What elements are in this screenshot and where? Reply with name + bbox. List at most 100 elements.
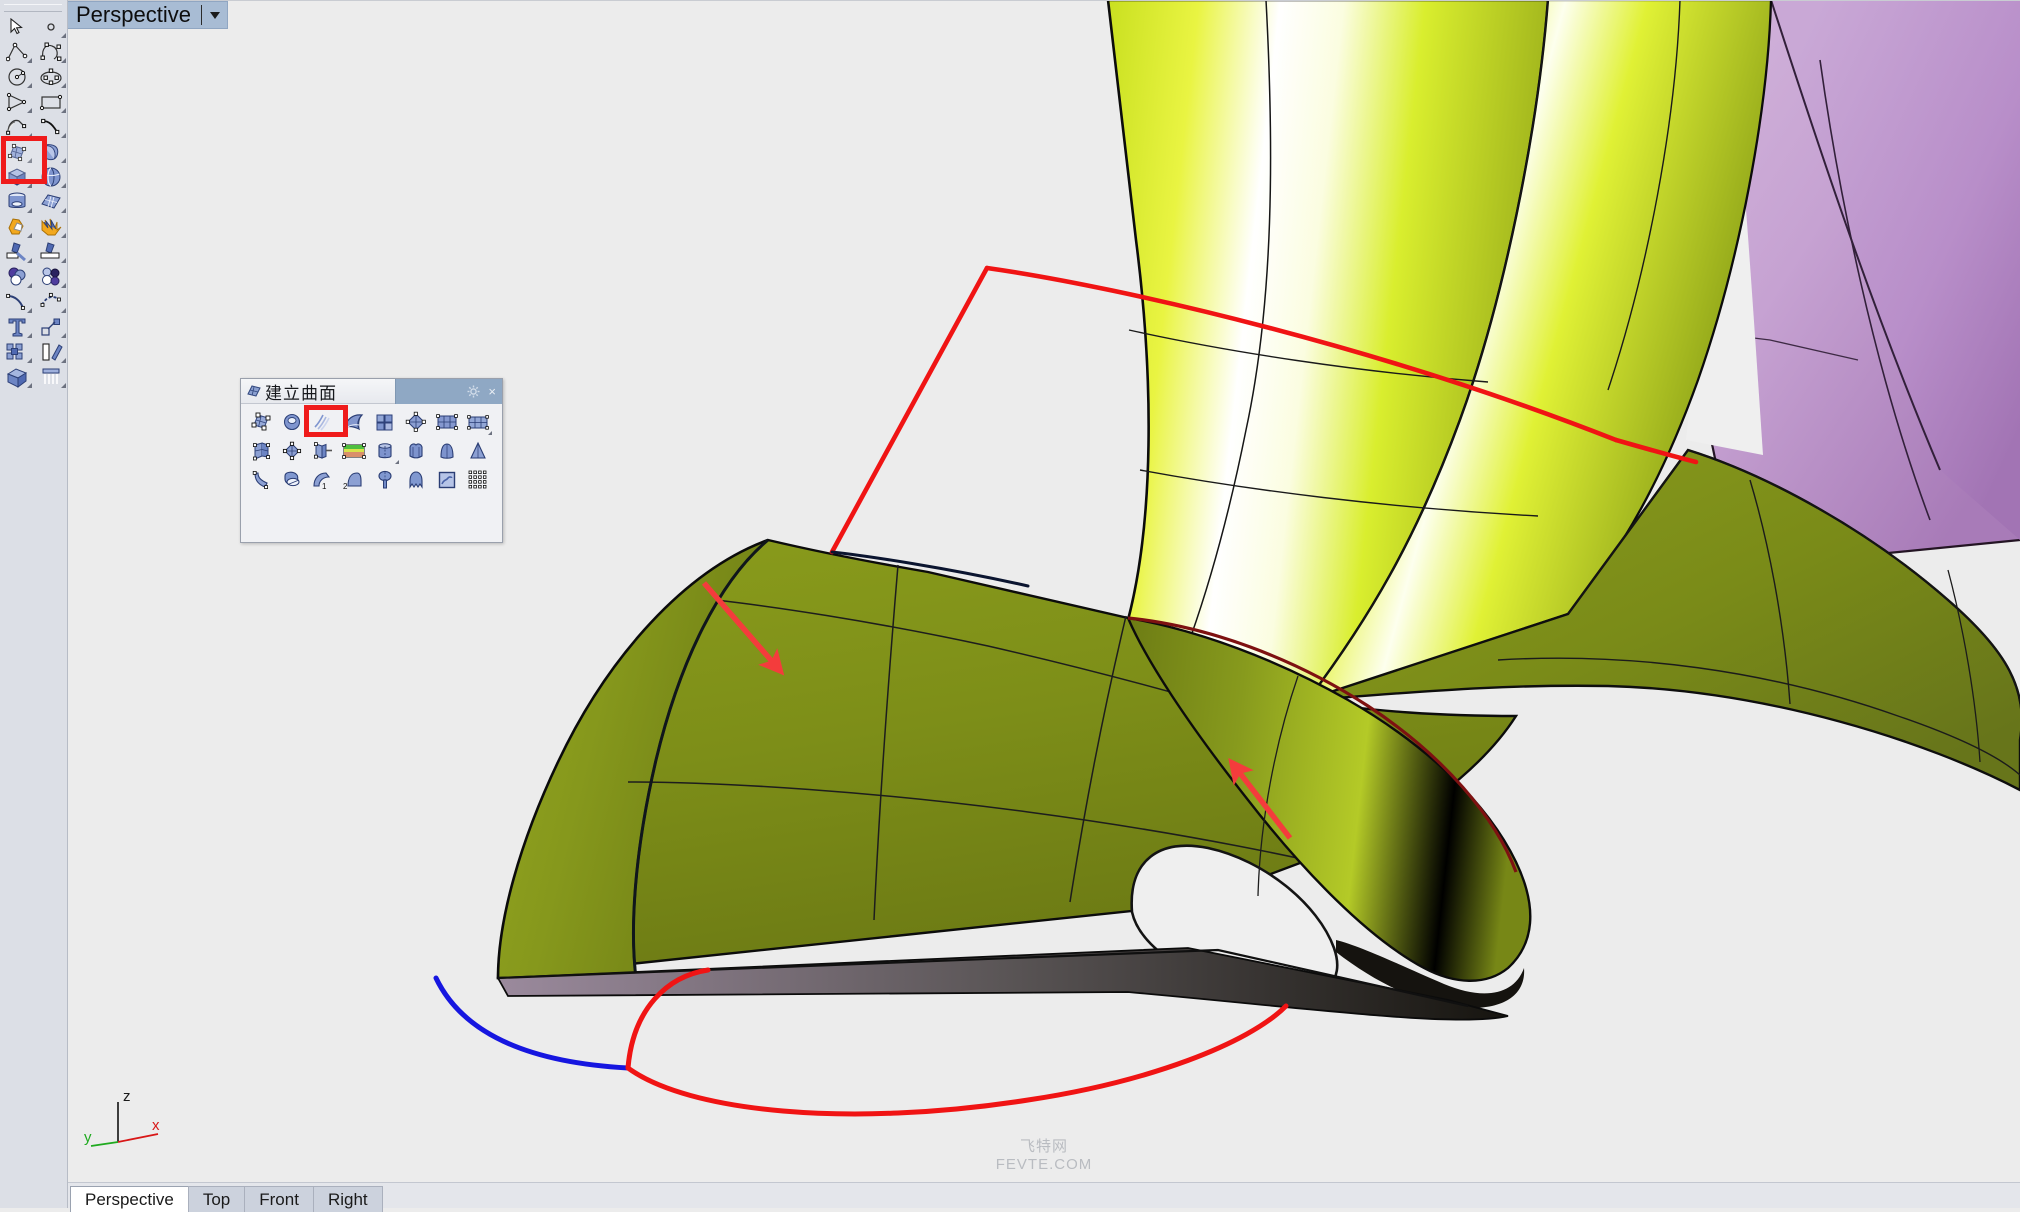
viewport-tab-bar[interactable]: Perspective Top Front Right xyxy=(68,1182,2020,1212)
palette-item-corner-point-surface[interactable] xyxy=(369,407,400,436)
tool-mirror[interactable] xyxy=(34,339,68,364)
tool-arrow-select[interactable] xyxy=(0,14,34,39)
tool-blend-curve[interactable] xyxy=(34,289,68,314)
palette-item-surface-from-points[interactable] xyxy=(245,407,276,436)
tab-perspective[interactable]: Perspective xyxy=(70,1186,189,1212)
tool-polyline[interactable] xyxy=(0,39,34,64)
tool-explode[interactable] xyxy=(34,214,68,239)
palette-item-surface-from-planar-curves[interactable] xyxy=(276,407,307,436)
flyout-corner-indicator[interactable] xyxy=(61,383,66,388)
tool-free-curve[interactable] xyxy=(34,114,68,139)
flyout-corner-indicator[interactable] xyxy=(27,333,32,338)
palette-item-heightfield[interactable] xyxy=(338,436,369,465)
tool-polygon[interactable] xyxy=(0,89,34,114)
palette-item-extrude-point[interactable] xyxy=(276,436,307,465)
tool-create-surface[interactable] xyxy=(0,139,34,164)
palette-item-surface-from-grid[interactable] xyxy=(431,407,462,436)
flyout-corner-indicator[interactable] xyxy=(27,383,32,388)
tool-boolean-difference[interactable] xyxy=(0,264,34,289)
palette-item-drape-surface[interactable] xyxy=(400,407,431,436)
tool-rectangle[interactable] xyxy=(34,89,68,114)
palette-item-point-grid[interactable] xyxy=(462,465,493,494)
flyout-corner-indicator[interactable] xyxy=(488,431,492,435)
create-surface-palette[interactable]: 建立曲面 × 1 2 xyxy=(240,378,503,543)
palette-item-blend-surface-1[interactable]: 1 xyxy=(307,465,338,494)
palette-item-offset-surface[interactable] xyxy=(400,465,431,494)
palette-item-extrude-tapered[interactable] xyxy=(307,436,338,465)
toolbar-grip[interactable] xyxy=(4,4,62,12)
flyout-corner-indicator[interactable] xyxy=(61,258,66,263)
palette-item-picture-frame[interactable] xyxy=(431,465,462,494)
flyout-corner-indicator[interactable] xyxy=(61,283,66,288)
tool-split[interactable] xyxy=(34,239,68,264)
palette-item-blend-surface-2[interactable]: 2 xyxy=(338,465,369,494)
tool-extrude-surface[interactable] xyxy=(34,139,68,164)
gear-icon[interactable] xyxy=(467,385,480,398)
palette-title-bar[interactable]: 建立曲面 × xyxy=(241,379,502,404)
flyout-corner-indicator[interactable] xyxy=(61,158,66,163)
tool-scale[interactable] xyxy=(34,314,68,339)
3d-scene[interactable] xyxy=(68,0,2020,1182)
flyout-corner-indicator[interactable] xyxy=(27,58,32,63)
palette-item-surface-from-network[interactable] xyxy=(307,407,338,436)
flyout-corner-indicator[interactable] xyxy=(61,83,66,88)
tool-circle[interactable] xyxy=(0,64,34,89)
flyout-corner-indicator[interactable] xyxy=(27,283,32,288)
tool-sphere-solid[interactable] xyxy=(34,164,68,189)
tool-boolean-union[interactable] xyxy=(0,214,34,239)
palette-item-fillet-surface[interactable] xyxy=(369,465,400,494)
close-icon[interactable]: × xyxy=(488,385,496,398)
flyout-corner-indicator[interactable] xyxy=(61,308,66,313)
flyout-corner-indicator[interactable] xyxy=(61,233,66,238)
tool-lights[interactable] xyxy=(34,364,68,389)
tool-boolean-intersect[interactable] xyxy=(34,264,68,289)
palette-item-sweep2[interactable] xyxy=(276,465,307,494)
flyout-corner-indicator[interactable] xyxy=(27,233,32,238)
flyout-corner-indicator[interactable] xyxy=(61,133,66,138)
flyout-corner-indicator[interactable] xyxy=(27,308,32,313)
flyout-corner-indicator[interactable] xyxy=(61,333,66,338)
tool-box-solid[interactable] xyxy=(0,164,34,189)
flyout-corner-indicator[interactable] xyxy=(61,58,66,63)
tool-point[interactable] xyxy=(34,14,68,39)
palette-item-sweep1[interactable] xyxy=(245,465,276,494)
perspective-viewport[interactable]: Perspective z x y 飞特网 FEVTE.COM 建立曲面 × 1… xyxy=(68,0,2020,1182)
viewport-title-label[interactable]: Perspective xyxy=(68,1,228,29)
flyout-corner-indicator[interactable] xyxy=(27,108,32,113)
flyout-corner-indicator[interactable] xyxy=(61,183,66,188)
tool-arc[interactable] xyxy=(0,114,34,139)
flyout-corner-indicator[interactable] xyxy=(61,33,66,38)
tool-control-point-curve[interactable] xyxy=(34,39,68,64)
palette-item-rail-revolve[interactable] xyxy=(400,436,431,465)
flyout-corner-indicator[interactable] xyxy=(61,108,66,113)
flyout-corner-indicator[interactable] xyxy=(27,208,32,213)
flyout-corner-indicator[interactable] xyxy=(395,460,399,464)
flyout-corner-indicator[interactable] xyxy=(27,358,32,363)
tab-front[interactable]: Front xyxy=(244,1186,314,1212)
flyout-corner-indicator[interactable] xyxy=(27,183,32,188)
tool-array[interactable] xyxy=(0,339,34,364)
tool-fillet-curve[interactable] xyxy=(0,289,34,314)
palette-item-extrude-straight[interactable] xyxy=(245,436,276,465)
palette-item-revolve[interactable] xyxy=(369,436,400,465)
tool-mesh[interactable] xyxy=(34,189,68,214)
main-toolbar[interactable] xyxy=(0,0,68,1208)
flyout-corner-indicator[interactable] xyxy=(61,208,66,213)
tool-ellipse[interactable] xyxy=(34,64,68,89)
tab-right[interactable]: Right xyxy=(312,1186,383,1212)
palette-item-cone[interactable] xyxy=(462,436,493,465)
flyout-corner-indicator[interactable] xyxy=(27,158,32,163)
tool-render[interactable] xyxy=(0,364,34,389)
palette-item-loft[interactable] xyxy=(431,436,462,465)
flyout-corner-indicator[interactable] xyxy=(27,83,32,88)
tool-text[interactable] xyxy=(0,314,34,339)
chevron-down-icon[interactable] xyxy=(209,11,220,19)
tool-cylinder-solid[interactable] xyxy=(0,189,34,214)
viewport-tabs[interactable]: Perspective Top Front Right xyxy=(70,1186,383,1212)
flyout-corner-indicator[interactable] xyxy=(27,133,32,138)
flyout-corner-indicator[interactable] xyxy=(27,258,32,263)
tab-top[interactable]: Top xyxy=(187,1186,246,1212)
tool-trim[interactable] xyxy=(0,239,34,264)
palette-item-surface-from-grid2[interactable] xyxy=(462,407,493,436)
palette-item-patch-surface[interactable] xyxy=(338,407,369,436)
